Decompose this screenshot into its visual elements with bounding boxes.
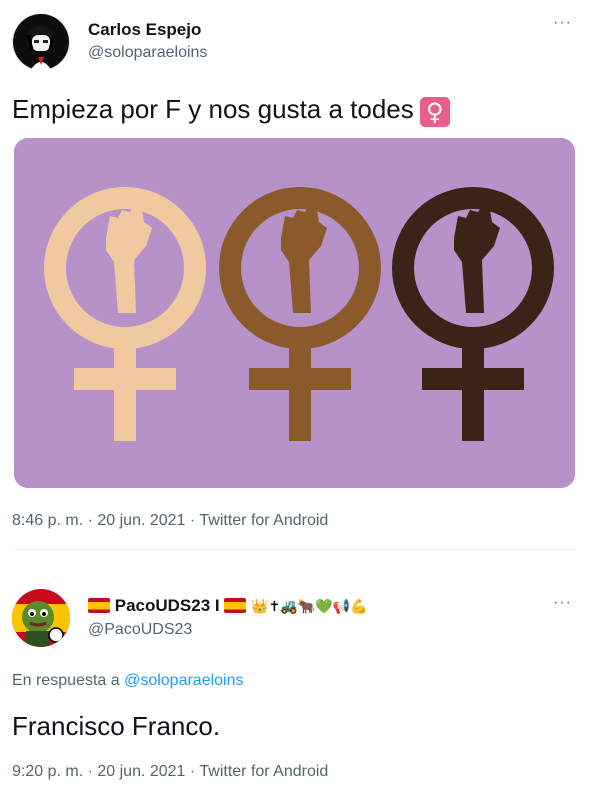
spain-flag-icon: [224, 598, 247, 613]
more-options-icon[interactable]: ···: [553, 594, 572, 612]
avatar[interactable]: [12, 589, 70, 647]
tweet-text: Francisco Franco.: [12, 711, 221, 741]
reply-to-link[interactable]: @soloparaeloins: [124, 672, 243, 689]
spain-flag-icon: [88, 598, 110, 613]
reply-prefix: En respuesta a: [12, 672, 120, 689]
tweet-timestamp[interactable]: 9:20 p. m. · 20 jun. 2021 · Twitter for …: [12, 763, 328, 781]
user-handle[interactable]: @PacoUDS23: [88, 621, 192, 639]
display-name-text: PacoUDS23 I: [114, 596, 220, 615]
reply-context: En respuesta a @soloparaeloins: [12, 672, 244, 690]
display-name[interactable]: PacoUDS23 I 👑✝🚜🐂💚📢💪: [88, 596, 367, 616]
tweet-reply: PacoUDS23 I 👑✝🚜🐂💚📢💪 @PacoUDS23 ··· En re…: [0, 0, 592, 800]
name-emojis: 👑✝🚜🐂💚📢💪: [251, 599, 368, 615]
avatar-image: [12, 589, 70, 647]
